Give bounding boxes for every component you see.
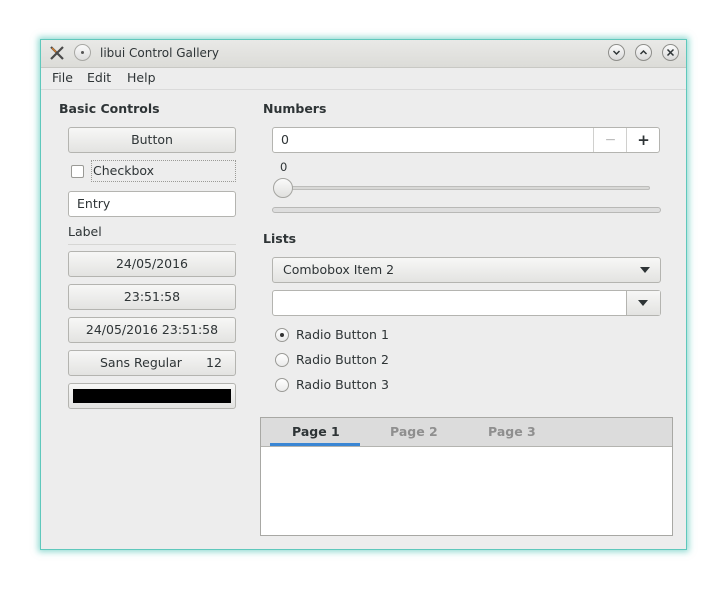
- menu-help[interactable]: Help: [127, 70, 156, 85]
- tab-page-3[interactable]: Page 3: [488, 424, 536, 439]
- tab-page-2[interactable]: Page 2: [390, 424, 438, 439]
- numbers-title: Numbers: [263, 101, 327, 116]
- slider-value-label: 0: [280, 160, 288, 174]
- close-icon[interactable]: [662, 44, 679, 61]
- font-button[interactable]: Sans Regular 12: [68, 350, 236, 376]
- combobox-selected: Combobox Item 2: [283, 262, 395, 277]
- font-size: 12: [206, 355, 222, 370]
- spinbox-decrement-button[interactable]: −: [593, 128, 627, 152]
- tab-bar: Page 1 Page 2 Page 3: [261, 418, 672, 447]
- app-window: libui Control Gallery File Edit Help Bas…: [40, 39, 687, 550]
- date-picker-button[interactable]: 24/05/2016: [68, 251, 236, 277]
- slider-track[interactable]: [284, 186, 650, 190]
- editable-combobox-value: [273, 295, 281, 310]
- title-bar[interactable]: libui Control Gallery: [41, 40, 686, 68]
- radio-label-3[interactable]: Radio Button 3: [296, 377, 389, 392]
- spinbox-increment-button[interactable]: +: [626, 128, 660, 152]
- tab-page-1[interactable]: Page 1: [292, 424, 340, 439]
- radio-button-1[interactable]: [275, 328, 289, 342]
- window-title: libui Control Gallery: [100, 46, 219, 60]
- color-swatch: [73, 389, 231, 403]
- tab-container: Page 1 Page 2 Page 3: [260, 417, 673, 536]
- button[interactable]: Button: [68, 127, 236, 153]
- combobox[interactable]: Combobox Item 2: [272, 257, 661, 283]
- active-tab-indicator: [270, 443, 360, 446]
- tab-content: [261, 447, 672, 535]
- dropdown-arrow-icon: [638, 300, 648, 306]
- basic-controls-title: Basic Controls: [59, 101, 160, 116]
- radio-button-2[interactable]: [275, 353, 289, 367]
- editable-combobox-toggle[interactable]: [626, 291, 660, 315]
- editable-combobox[interactable]: [272, 290, 661, 316]
- plain-label: Label: [68, 224, 102, 239]
- menu-edit[interactable]: Edit: [87, 70, 111, 85]
- time-picker-button[interactable]: 23:51:58: [68, 284, 236, 310]
- spinbox-value: 0: [281, 132, 289, 147]
- checkbox[interactable]: [71, 165, 84, 178]
- menu-file[interactable]: File: [52, 70, 73, 85]
- menu-bar: File Edit Help: [41, 67, 686, 90]
- font-name: Sans Regular: [100, 355, 182, 370]
- minimize-icon[interactable]: [608, 44, 625, 61]
- radio-button-3[interactable]: [275, 378, 289, 392]
- slider-handle[interactable]: [273, 178, 293, 198]
- lists-title: Lists: [263, 231, 297, 246]
- entry-field[interactable]: Entry: [68, 191, 236, 217]
- separator: [68, 244, 236, 245]
- app-icon: [50, 46, 64, 60]
- progress-bar: [272, 207, 661, 213]
- dropdown-arrow-icon: [640, 267, 650, 273]
- window-menu-icon[interactable]: [74, 44, 91, 61]
- radio-label-1[interactable]: Radio Button 1: [296, 327, 389, 342]
- maximize-icon[interactable]: [635, 44, 652, 61]
- color-button[interactable]: [68, 383, 236, 409]
- checkbox-label[interactable]: Checkbox: [91, 160, 236, 182]
- radio-label-2[interactable]: Radio Button 2: [296, 352, 389, 367]
- datetime-picker-button[interactable]: 24/05/2016 23:51:58: [68, 317, 236, 343]
- spinbox[interactable]: 0 − +: [272, 127, 660, 153]
